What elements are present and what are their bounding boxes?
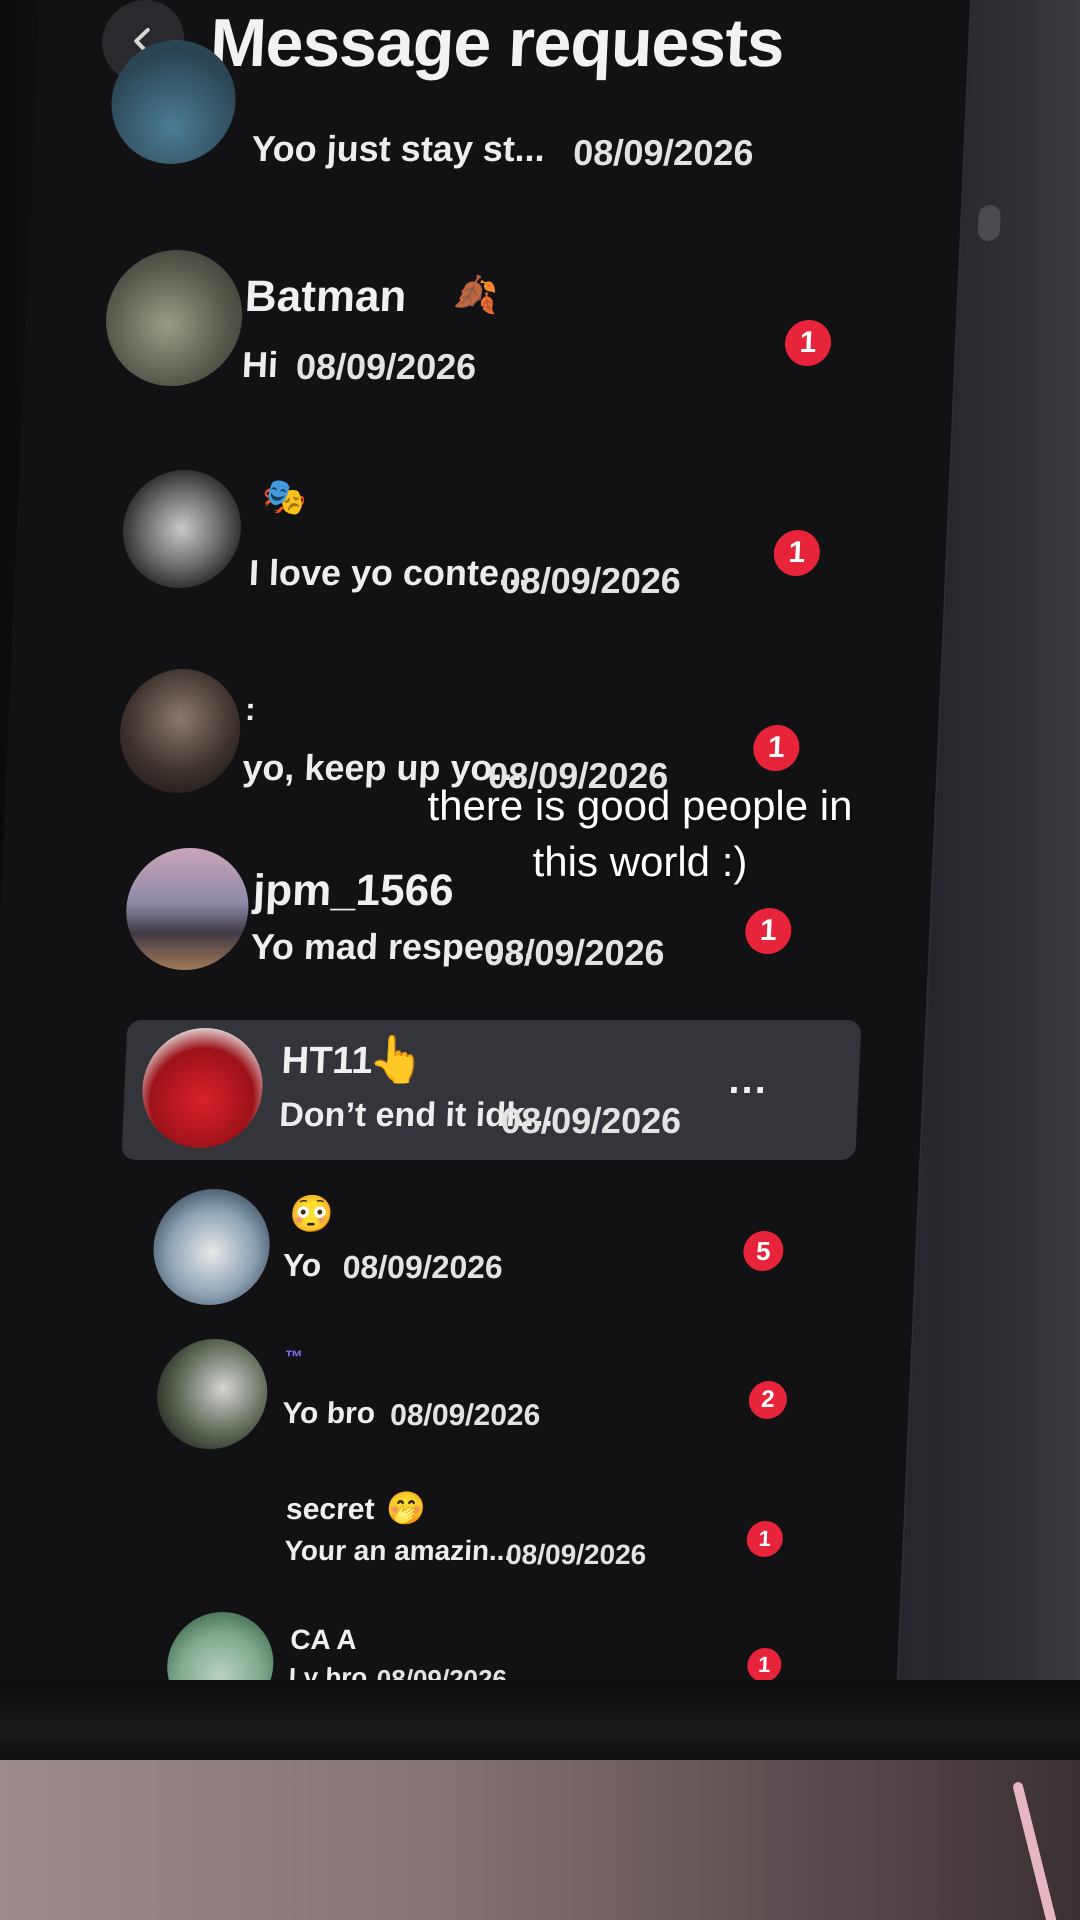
- sender-name: CA A: [289, 1624, 358, 1655]
- sender-name: ™: [284, 1347, 304, 1367]
- monitor-bezel: [0, 1680, 1080, 1760]
- list-item[interactable]: Yoo just stay st... 08/09/2026: [70, 40, 776, 240]
- sender-name: secret: [285, 1493, 376, 1526]
- message-date: 08/09/2026: [572, 132, 755, 173]
- list-item[interactable]: ™ Yo bro 08/09/2026 2: [16, 1335, 788, 1475]
- caption-overlay: there is good people in this world :): [370, 778, 910, 890]
- avatar: [151, 1189, 273, 1305]
- photo-frame: Message requests Yoo just stay st... 08/…: [0, 0, 1080, 1920]
- message-preview: Yo bro: [281, 1397, 376, 1430]
- message-date: 08/09/2026: [499, 560, 682, 601]
- more-horizontal-icon[interactable]: ...: [728, 1058, 769, 1103]
- unread-badge: 5: [742, 1231, 785, 1271]
- sender-name: :: [244, 691, 257, 727]
- message-date: 08/09/2026: [500, 1100, 683, 1141]
- list-item[interactable]: Batman 🍂 Hi 08/09/2026 1: [63, 250, 833, 390]
- message-date: 08/09/2026: [505, 1539, 647, 1570]
- list-item[interactable]: secret 🤭 Your an amazin... 08/09/2026 1: [9, 1485, 784, 1625]
- unread-badge: 1: [752, 725, 801, 771]
- message-preview: Yo: [281, 1247, 323, 1283]
- theater-masks-emoji: 🎭: [261, 476, 309, 517]
- caption-line-1: there is good people in: [427, 782, 853, 829]
- avatar: [120, 470, 244, 588]
- message-date: 08/09/2026: [389, 1399, 542, 1432]
- desk-surface: [0, 1760, 1080, 1920]
- flushed-face-emoji: 😳: [288, 1193, 335, 1234]
- shushing-face-emoji: 🤭: [385, 1490, 427, 1526]
- message-date: 08/09/2026: [295, 346, 478, 387]
- message-preview: Your an amazin...: [283, 1535, 514, 1566]
- scrollbar-thumb[interactable]: [977, 205, 1002, 241]
- hand-cursor-icon: 👆: [366, 1033, 427, 1085]
- unread-badge: 1: [746, 1648, 783, 1682]
- message-preview: I love yo conte...: [248, 552, 530, 593]
- caption-line-2: this world :): [532, 838, 748, 885]
- avatar: [103, 250, 246, 386]
- list-item[interactable]: HT11 👆 Don’t end it idk... 08/09/2026 ..…: [29, 1020, 769, 1160]
- avatar: [154, 1339, 270, 1449]
- message-preview: Hi: [241, 344, 279, 385]
- sender-name: HT11: [280, 1040, 374, 1082]
- unread-badge: 1: [784, 320, 833, 366]
- list-item[interactable]: 🎭 I love yo conte... 08/09/2026 1: [53, 470, 821, 610]
- unread-badge: 1: [746, 1521, 784, 1557]
- unread-badge: 1: [772, 530, 821, 576]
- message-preview: Yoo just stay st...: [250, 128, 546, 169]
- avatar: [139, 1028, 266, 1148]
- avatar: [117, 669, 243, 793]
- page-title: Message requests: [208, 5, 786, 81]
- avatar: [123, 848, 251, 970]
- unread-badge: 2: [748, 1381, 788, 1419]
- message-date: 08/09/2026: [341, 1249, 504, 1285]
- list-item[interactable]: 😳 Yo 08/09/2026 5: [22, 1185, 785, 1325]
- message-date: 08/09/2026: [483, 932, 666, 973]
- leaf-emoji: 🍂: [452, 274, 499, 315]
- unread-badge: 1: [744, 908, 793, 954]
- sender-name: Batman: [243, 272, 408, 321]
